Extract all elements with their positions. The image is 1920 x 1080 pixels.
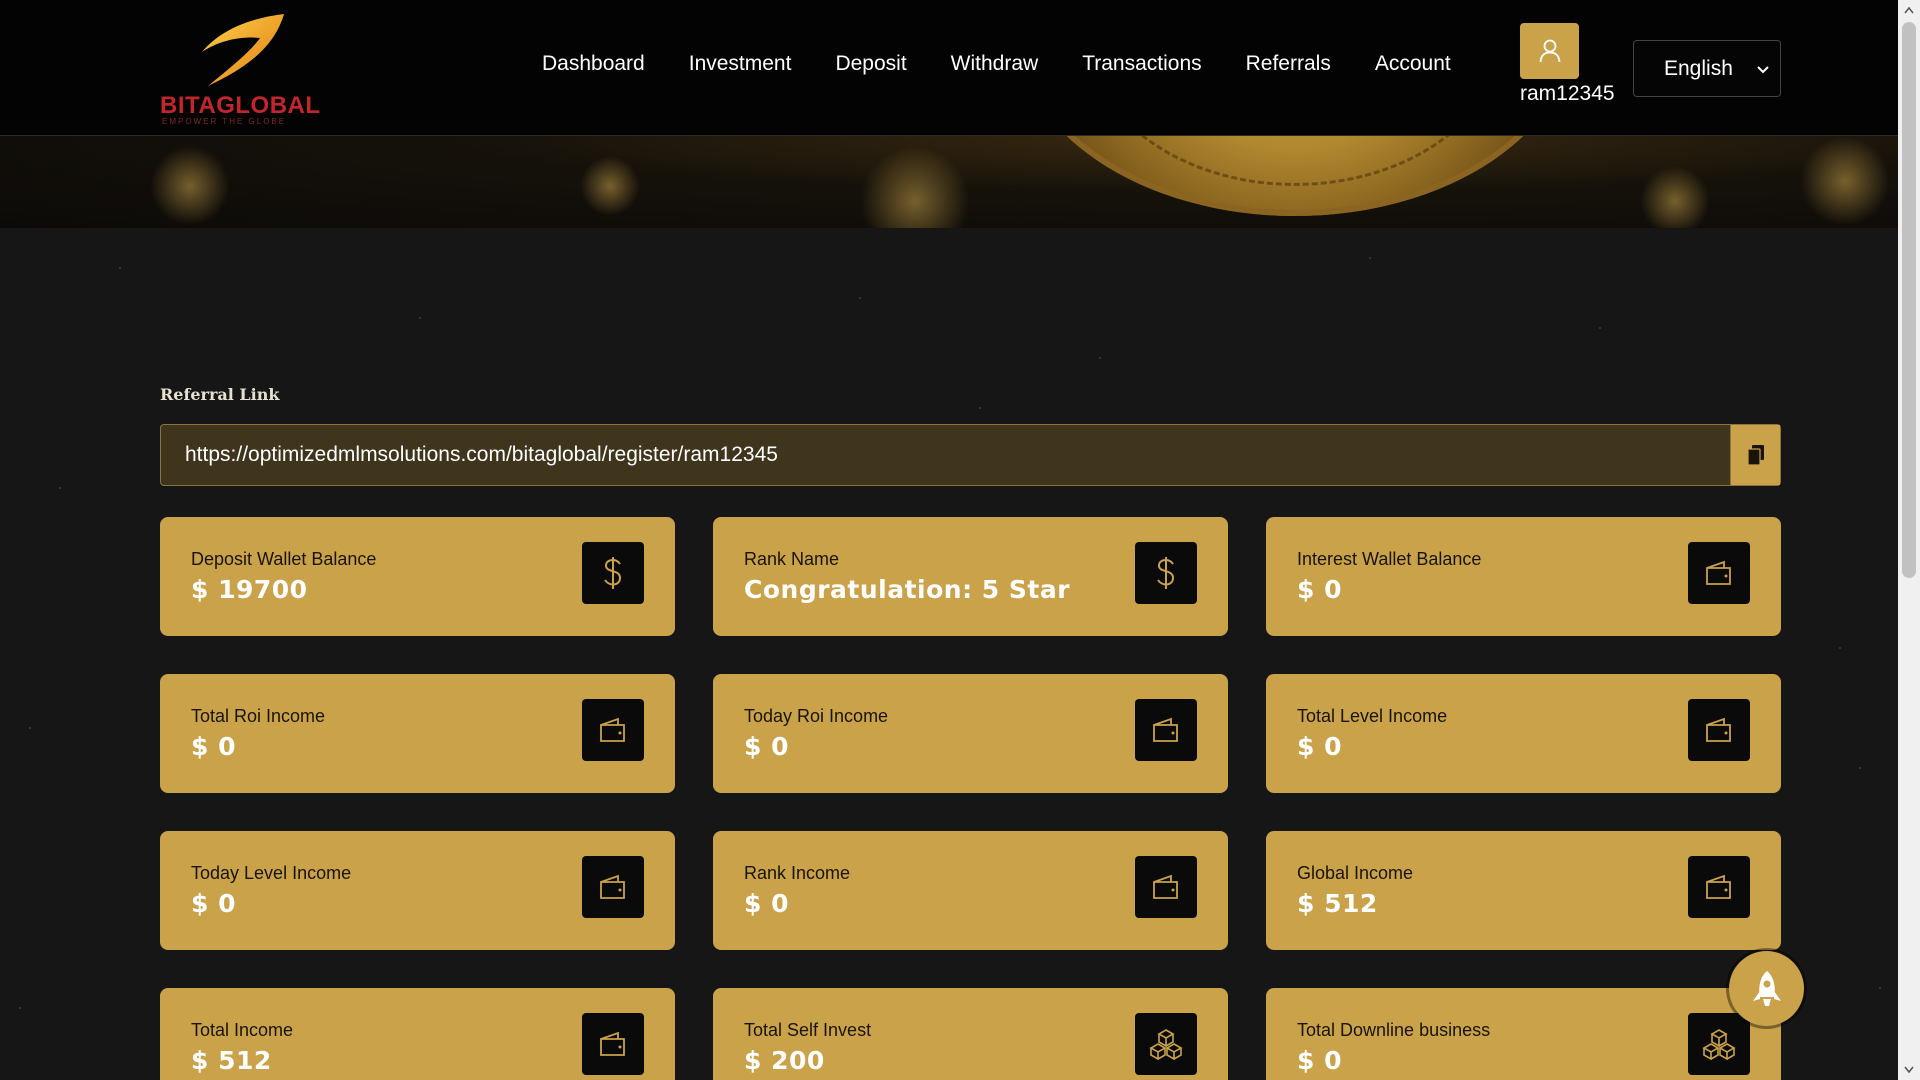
scroll-up-icon[interactable] <box>1904 6 1914 14</box>
wallet-icon <box>1135 856 1197 918</box>
hero-banner <box>0 136 1898 228</box>
stat-value: $ 512 <box>1297 889 1378 918</box>
language-select[interactable]: English <box>1633 40 1781 97</box>
wallet-icon <box>582 856 644 918</box>
stat-label: Total Roi Income <box>191 706 326 726</box>
stats-grid: Deposit Wallet Balance $ 19700 Rank Name… <box>160 517 1781 1080</box>
bokeh-light <box>150 146 230 226</box>
page-scrollbar[interactable] <box>1898 0 1920 1080</box>
stat-card-deposit-wallet-balance: Deposit Wallet Balance $ 19700 <box>160 517 675 636</box>
brand-tagline: EMPOWER THE GLOBE <box>162 117 287 126</box>
scrollbar-thumb[interactable] <box>1902 22 1916 578</box>
stat-card-rank-name: Rank Name Congratulation: 5 Star <box>713 517 1228 636</box>
dollar-icon <box>582 542 644 604</box>
nav-transactions[interactable]: Transactions <box>1082 52 1201 76</box>
stat-value: $ 0 <box>1297 575 1342 604</box>
stat-card-today-roi-income: Today Roi Income $ 0 <box>713 674 1228 793</box>
stat-card-total-roi-income: Total Roi Income $ 0 <box>160 674 675 793</box>
stat-label: Total Income <box>191 1020 294 1040</box>
main-nav: Dashboard Investment Deposit Withdraw Tr… <box>542 52 1451 76</box>
wallet-icon <box>582 1013 644 1075</box>
stat-label: Total Downline business <box>1297 1020 1491 1040</box>
bitcoin-coin-image <box>1015 136 1575 216</box>
bokeh-light <box>860 146 970 228</box>
chevron-down-icon <box>1757 66 1769 74</box>
stat-label: Rank Name <box>744 549 840 569</box>
stat-value: $ 19700 <box>191 575 308 604</box>
stat-value: $ 0 <box>191 889 236 918</box>
user-icon <box>1539 39 1560 63</box>
nav-dashboard[interactable]: Dashboard <box>542 52 645 76</box>
stat-card-total-income: Total Income $ 512 <box>160 988 675 1080</box>
wallet-icon <box>582 699 644 761</box>
cubes-icon <box>1135 1013 1197 1075</box>
stat-value: $ 0 <box>744 732 789 761</box>
logo-swoosh-icon <box>202 14 284 86</box>
cubes-icon <box>1688 1013 1750 1075</box>
referral-link-input[interactable] <box>161 425 1730 485</box>
bokeh-light <box>580 156 640 216</box>
scroll-to-top-button[interactable] <box>1729 951 1804 1026</box>
top-navbar: BITAGLOBAL EMPOWER THE GLOBE Dashboard I… <box>0 0 1898 136</box>
scroll-down-icon[interactable] <box>1904 1066 1914 1074</box>
bokeh-light <box>1640 166 1710 228</box>
stat-value: $ 0 <box>1297 732 1342 761</box>
stat-card-interest-wallet-balance: Interest Wallet Balance $ 0 <box>1266 517 1781 636</box>
stat-card-total-level-income: Total Level Income $ 0 <box>1266 674 1781 793</box>
stat-label: Global Income <box>1297 863 1414 883</box>
wallet-icon <box>1688 856 1750 918</box>
stat-value: $ 512 <box>191 1046 272 1075</box>
stat-card-rank-income: Rank Income $ 0 <box>713 831 1228 950</box>
brand-name: BITAGLOBAL <box>160 92 321 119</box>
stat-card-today-level-income: Today Level Income $ 0 <box>160 831 675 950</box>
stat-label: Today Level Income <box>191 863 352 883</box>
user-menu-button[interactable] <box>1520 23 1579 79</box>
stat-label: Interest Wallet Balance <box>1297 549 1482 569</box>
nav-deposit[interactable]: Deposit <box>835 52 906 76</box>
stat-label: Deposit Wallet Balance <box>191 549 377 569</box>
nav-referrals[interactable]: Referrals <box>1246 52 1331 76</box>
language-selected: English <box>1664 56 1733 80</box>
nav-withdraw[interactable]: Withdraw <box>951 52 1039 76</box>
stat-value: Congratulation: 5 Star <box>744 575 1071 604</box>
dollar-icon <box>1135 542 1197 604</box>
username-label[interactable]: ram12345 <box>1520 82 1615 106</box>
brand-logo[interactable]: BITAGLOBAL EMPOWER THE GLOBE <box>160 12 320 126</box>
wallet-icon <box>1688 699 1750 761</box>
stat-value: $ 0 <box>744 889 789 918</box>
wallet-icon <box>1688 542 1750 604</box>
stat-label: Rank Income <box>744 863 851 883</box>
bokeh-light <box>1800 136 1890 226</box>
nav-account[interactable]: Account <box>1375 52 1451 76</box>
referral-link-label: Referral Link <box>160 385 280 404</box>
stat-value: $ 0 <box>191 732 236 761</box>
stat-label: Total Self Invest <box>744 1020 872 1040</box>
nav-investment[interactable]: Investment <box>689 52 792 76</box>
stat-value: $ 0 <box>1297 1046 1342 1075</box>
wallet-icon <box>1135 699 1197 761</box>
stat-card-total-downline-business: Total Downline business $ 0 <box>1266 988 1781 1080</box>
copy-icon <box>1746 445 1764 466</box>
rocket-icon <box>1752 970 1781 1006</box>
stat-card-global-income: Global Income $ 512 <box>1266 831 1781 950</box>
referral-link-field <box>160 424 1781 486</box>
stat-card-total-self-invest: Total Self Invest $ 200 <box>713 988 1228 1080</box>
copy-referral-button[interactable] <box>1730 425 1780 485</box>
stat-value: $ 200 <box>744 1046 825 1075</box>
stat-label: Today Roi Income <box>744 706 889 726</box>
stat-label: Total Level Income <box>1297 706 1448 726</box>
